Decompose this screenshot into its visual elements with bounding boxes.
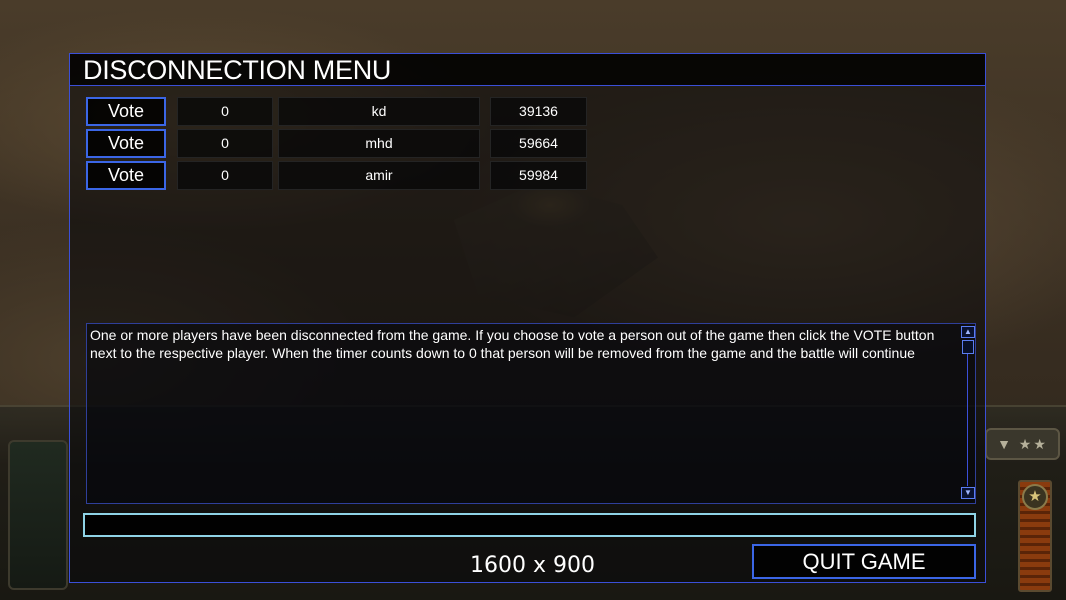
player-name: amir — [278, 161, 480, 190]
general-star-icon: ★ — [1022, 484, 1048, 510]
command-bar-left-panel — [8, 440, 68, 590]
dialog-title: DISCONNECTION MENU — [83, 55, 392, 85]
vote-timer: 0 — [177, 161, 273, 190]
message-text: One or more players have been disconnect… — [90, 327, 935, 361]
resolution-label: 1600 x 900 — [470, 553, 595, 578]
message-scrollbar[interactable]: ▲ ▼ — [961, 326, 975, 502]
scroll-up-icon[interactable]: ▲ — [961, 326, 975, 338]
quit-game-button[interactable]: QUIT GAME — [752, 544, 976, 579]
command-bar-rank-buttons: ▼ ★★ — [985, 428, 1060, 460]
vote-timer: 0 — [177, 129, 273, 158]
player-name: kd — [278, 97, 480, 126]
player-row: Vote 0 mhd 59664 — [70, 128, 670, 158]
disconnection-dialog: DISCONNECTION MENU Vote 0 kd 39136 Vote … — [69, 53, 986, 583]
vote-button[interactable]: Vote — [86, 129, 166, 158]
player-ping: 59664 — [490, 129, 587, 158]
dialog-header: DISCONNECTION MENU — [70, 54, 985, 86]
scroll-track[interactable] — [967, 354, 968, 486]
player-row: Vote 0 amir 59984 — [70, 160, 670, 190]
message-box: One or more players have been disconnect… — [86, 323, 976, 504]
scroll-thumb[interactable] — [962, 340, 974, 354]
vote-timer: 0 — [177, 97, 273, 126]
scroll-down-icon[interactable]: ▼ — [961, 487, 975, 499]
player-ping: 39136 — [490, 97, 587, 126]
vote-button[interactable]: Vote — [86, 161, 166, 190]
player-ping: 59984 — [490, 161, 587, 190]
vote-button[interactable]: Vote — [86, 97, 166, 126]
player-row: Vote 0 kd 39136 — [70, 96, 670, 126]
chat-input[interactable] — [83, 513, 976, 537]
player-name: mhd — [278, 129, 480, 158]
